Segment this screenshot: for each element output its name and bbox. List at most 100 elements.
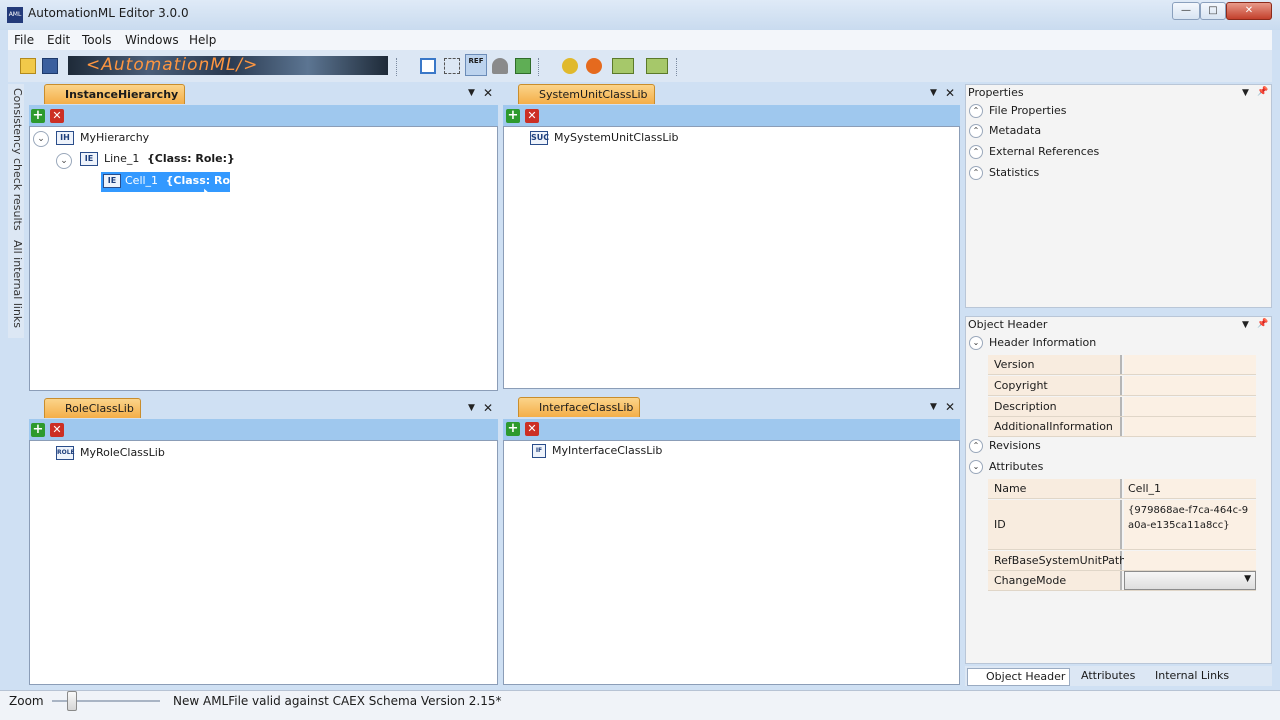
tab-consistency-check-results[interactable]: Consistency check results bbox=[8, 84, 24, 232]
panel-menu-icon[interactable]: ▼ bbox=[1242, 88, 1249, 98]
menu-edit[interactable]: Edit bbox=[47, 33, 70, 47]
status-file-name: New AMLFile bbox=[173, 694, 249, 708]
tree-node-myhierarchy[interactable]: IH MyHierarchy bbox=[56, 131, 149, 145]
section-revisions[interactable]: Revisions bbox=[989, 439, 1041, 452]
close-panel-icon[interactable]: ✕ bbox=[945, 400, 955, 414]
property-value-id[interactable]: {979868ae-f7ca-464c-9a0a-e135ca11a8cc} bbox=[1124, 500, 1256, 549]
add-icon[interactable]: + bbox=[31, 109, 45, 123]
collapse-icon[interactable]: ⌄ bbox=[33, 131, 49, 147]
export-icon[interactable] bbox=[646, 58, 668, 74]
property-value[interactable] bbox=[1124, 397, 1256, 416]
pin-icon[interactable]: 📌 bbox=[1257, 319, 1268, 329]
key-icon[interactable] bbox=[562, 58, 578, 74]
section-statistics[interactable]: Statistics bbox=[989, 166, 1039, 179]
expand-icon[interactable]: ⌃ bbox=[969, 145, 983, 159]
panel-menu-icon[interactable]: ▼ bbox=[1242, 320, 1249, 330]
property-value[interactable] bbox=[1124, 417, 1256, 436]
menu-file[interactable]: File bbox=[14, 33, 34, 47]
tree-node-myinterfaceclasslib[interactable]: IF MyInterfaceClassLib bbox=[532, 444, 662, 458]
change-mode-select[interactable]: ▼ bbox=[1124, 571, 1256, 590]
collapse-icon[interactable]: ⌄ bbox=[56, 153, 72, 169]
delete-icon[interactable]: ✕ bbox=[50, 109, 64, 123]
add-icon[interactable]: + bbox=[506, 109, 520, 123]
maximize-button[interactable]: □ bbox=[1200, 2, 1226, 20]
expand-icon[interactable]: ⌃ bbox=[969, 166, 983, 180]
open-folder-icon[interactable] bbox=[20, 58, 36, 74]
fit-view-icon[interactable] bbox=[444, 58, 460, 74]
remove-icon[interactable] bbox=[586, 58, 602, 74]
property-label: ID bbox=[988, 500, 1122, 549]
tree-node-line-1[interactable]: IE Line_1 {Class: Role:} bbox=[80, 152, 235, 166]
delete-icon[interactable]: ✕ bbox=[525, 422, 539, 436]
property-value[interactable] bbox=[1124, 551, 1256, 570]
property-value-name[interactable]: Cell_1 bbox=[1124, 479, 1256, 498]
property-label: AdditionalInformation bbox=[988, 417, 1122, 436]
tab-all-internal-links[interactable]: All internal links bbox=[8, 236, 24, 336]
delete-icon[interactable]: ✕ bbox=[525, 109, 539, 123]
panel-toolbar bbox=[29, 105, 498, 126]
interface-class-lib-tree bbox=[503, 440, 960, 685]
internal-element-icon: IE bbox=[103, 174, 121, 188]
close-panel-icon[interactable]: ✕ bbox=[945, 86, 955, 100]
property-row: ChangeMode ▼ bbox=[988, 571, 1256, 591]
tree-node-label: Cell_1 bbox=[125, 174, 159, 187]
toolbar-grip bbox=[538, 58, 544, 76]
tree-node-mysystemunitclasslib[interactable]: SUC MySystemUnitClassLib bbox=[530, 131, 679, 145]
tree-node-class-role: {Class: Role:} bbox=[146, 152, 235, 165]
menu-tools[interactable]: Tools bbox=[82, 33, 112, 47]
panel-menu-icon[interactable]: ▼ bbox=[930, 402, 937, 412]
zoom-slider-thumb[interactable] bbox=[67, 691, 77, 711]
collapse-icon[interactable]: ⌄ bbox=[969, 336, 983, 350]
add-icon[interactable]: + bbox=[31, 423, 45, 437]
section-attributes[interactable]: Attributes bbox=[989, 460, 1043, 473]
expand-icon[interactable]: ⌃ bbox=[969, 104, 983, 118]
property-label: ChangeMode bbox=[988, 571, 1122, 590]
section-header-information[interactable]: Header Information bbox=[989, 336, 1096, 349]
validate-icon[interactable] bbox=[515, 58, 531, 74]
filter-icon[interactable] bbox=[492, 58, 508, 74]
property-value[interactable] bbox=[1124, 355, 1256, 374]
section-metadata[interactable]: Metadata bbox=[989, 124, 1041, 137]
expand-icon[interactable]: ⌃ bbox=[969, 124, 983, 138]
property-label: Copyright bbox=[988, 376, 1122, 395]
expand-icon[interactable]: ⌃ bbox=[969, 439, 983, 453]
tab-attributes[interactable]: Attributes bbox=[1063, 668, 1139, 686]
pin-icon[interactable]: 📌 bbox=[1257, 87, 1268, 97]
property-value[interactable] bbox=[1124, 376, 1256, 395]
tab-role-class-lib[interactable]: RoleClassLib bbox=[44, 398, 141, 418]
tab-interface-class-lib[interactable]: InterfaceClassLib bbox=[518, 397, 641, 417]
tab-internal-links[interactable]: Internal Links bbox=[1137, 668, 1233, 686]
status-bar: Zoom New AMLFile valid against CAEX Sche… bbox=[0, 690, 1280, 720]
role-class-lib-tree bbox=[29, 440, 498, 685]
tree-node-label: MyHierarchy bbox=[80, 131, 150, 144]
property-row: Version bbox=[988, 355, 1256, 375]
import-icon[interactable] bbox=[612, 58, 634, 74]
collapse-icon[interactable]: ⌄ bbox=[969, 460, 983, 474]
property-row: ID {979868ae-f7ca-464c-9a0a-e135ca11a8cc} bbox=[988, 500, 1256, 550]
property-row: AdditionalInformation bbox=[988, 417, 1256, 437]
role-class-icon: ROLE bbox=[56, 446, 75, 460]
close-panel-icon[interactable]: ✕ bbox=[483, 401, 493, 415]
save-icon[interactable] bbox=[42, 58, 58, 74]
section-file-properties[interactable]: File Properties bbox=[989, 104, 1067, 117]
window-title: AutomationML Editor 3.0.0 bbox=[28, 6, 189, 20]
tab-object-header[interactable]: Object Header bbox=[967, 668, 1071, 686]
panel-menu-icon[interactable]: ▼ bbox=[930, 88, 937, 98]
menu-help[interactable]: Help bbox=[189, 33, 216, 47]
tree-node-class-role: {Class: Role:} bbox=[165, 174, 254, 187]
tab-system-unit-class-lib[interactable]: SystemUnitClassLib bbox=[518, 84, 655, 104]
ref-filter-icon[interactable]: REF bbox=[465, 54, 487, 76]
menu-windows[interactable]: Windows bbox=[125, 33, 179, 47]
section-external-references[interactable]: External References bbox=[989, 145, 1099, 158]
delete-icon[interactable]: ✕ bbox=[50, 423, 64, 437]
close-panel-icon[interactable]: ✕ bbox=[483, 86, 493, 100]
panel-toolbar bbox=[503, 419, 960, 440]
panel-menu-icon[interactable]: ▼ bbox=[468, 403, 475, 413]
minimize-button[interactable]: — bbox=[1172, 2, 1200, 20]
window-icon[interactable] bbox=[420, 58, 436, 74]
close-window-button[interactable]: ✕ bbox=[1226, 2, 1272, 20]
add-icon[interactable]: + bbox=[506, 422, 520, 436]
tab-instance-hierarchy[interactable]: InstanceHierarchy bbox=[44, 84, 186, 104]
panel-menu-icon[interactable]: ▼ bbox=[468, 88, 475, 98]
tree-node-myroleclasslib[interactable]: ROLE MyRoleClassLib bbox=[56, 446, 165, 460]
